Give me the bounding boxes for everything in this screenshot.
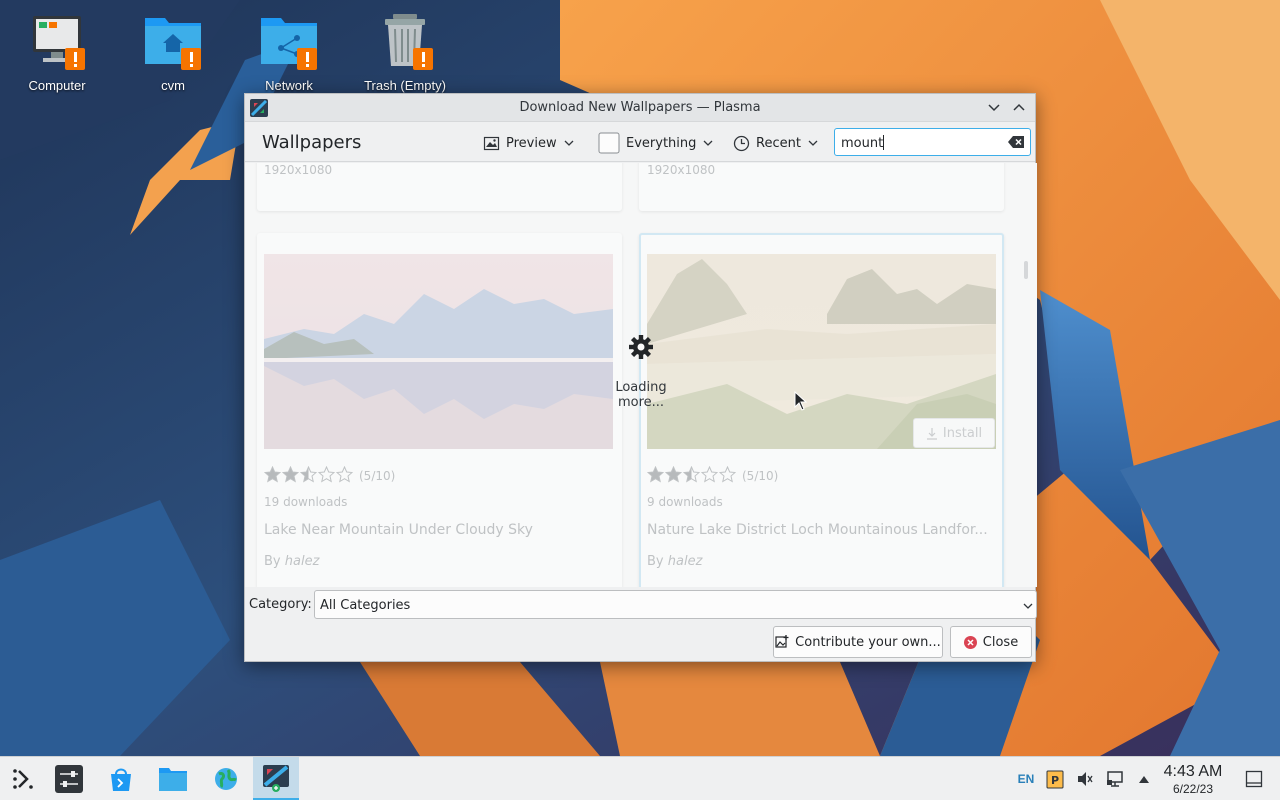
desktop-icon-trash[interactable]: Trash (Empty) — [355, 10, 455, 93]
desktop-icon-network[interactable]: Network — [239, 10, 339, 93]
filter-label: Everything — [626, 135, 697, 151]
mouse-cursor-icon — [794, 391, 808, 411]
tray-clipboard[interactable]: P — [1043, 757, 1067, 800]
category-label: Category: — [249, 597, 312, 612]
download-wallpapers-dialog: Download New Wallpapers — Plasma Wallpap… — [244, 93, 1037, 662]
close-label: Close — [982, 634, 1019, 650]
sort-dropdown[interactable]: Recent — [733, 131, 819, 155]
show-desktop-button[interactable] — [1240, 757, 1268, 800]
desktop-icon-computer[interactable]: Computer — [7, 10, 107, 93]
view-mode-label: Preview — [506, 135, 557, 151]
category-value: All Categories — [320, 598, 411, 613]
search-input-value: mount — [841, 136, 884, 151]
tray-network[interactable] — [1103, 757, 1127, 800]
close-icon — [963, 635, 977, 649]
tray-expander[interactable] — [1133, 757, 1155, 800]
tray-volume[interactable] — [1073, 757, 1097, 800]
home-folder-icon — [145, 18, 201, 70]
image-icon — [483, 136, 500, 150]
taskbar-wallpaper-downloader[interactable] — [253, 757, 299, 800]
view-mode-dropdown[interactable]: Preview — [483, 131, 575, 155]
store-bag-icon — [111, 768, 131, 791]
window-titlebar[interactable]: Download New Wallpapers — Plasma — [245, 94, 1035, 122]
category-select[interactable]: All Categories — [314, 590, 1037, 619]
taskbar-system-settings[interactable] — [46, 757, 92, 800]
close-button[interactable]: Close — [950, 626, 1032, 658]
clock-date: 6/22/23 — [1172, 782, 1214, 796]
volume-muted-icon — [1078, 772, 1093, 786]
desktop-icon-label: Network — [265, 78, 313, 93]
desktop-icon-home[interactable]: cvm — [123, 10, 223, 93]
svg-text:P: P — [1051, 774, 1059, 787]
network-wired-icon — [1107, 771, 1123, 787]
show-desktop-icon — [1245, 770, 1263, 788]
category-row: Category: All Categories — [245, 589, 1037, 619]
dialog-toolbar: Wallpapers Preview Everything Recent mou… — [245, 122, 1035, 162]
chevron-down-icon — [564, 140, 574, 146]
maximize-button[interactable] — [1010, 99, 1028, 117]
application-launcher[interactable] — [0, 757, 46, 800]
minimize-button[interactable] — [985, 99, 1003, 117]
search-input[interactable]: mount — [834, 128, 1031, 156]
page-title: Wallpapers — [262, 132, 362, 153]
desktop-icon-label: cvm — [161, 78, 185, 93]
clock-icon — [733, 135, 750, 151]
keyboard-layout-indicator[interactable]: EN — [1012, 757, 1040, 800]
digital-clock[interactable]: 4:43 AM 6/22/23 — [1156, 763, 1230, 796]
clipboard-icon: P — [1046, 770, 1064, 789]
taskbar: EN P 4:43 AM 6/22/23 — [0, 756, 1280, 800]
window-title: Download New Wallpapers — Plasma — [519, 100, 761, 115]
image-add-icon — [775, 635, 789, 648]
chevron-down-icon — [1023, 603, 1033, 609]
keyboard-layout-label: EN — [1017, 772, 1035, 786]
taskbar-web-browser[interactable] — [203, 757, 249, 800]
gear-icon — [629, 335, 653, 359]
clock-time: 4:43 AM — [1163, 763, 1223, 780]
trash-icon — [385, 14, 433, 70]
chevron-down-icon — [703, 140, 713, 146]
sort-label: Recent — [756, 135, 801, 151]
chevron-down-icon — [808, 140, 818, 146]
arrow-up-icon — [1139, 776, 1149, 783]
clear-text-icon[interactable] — [1007, 135, 1025, 149]
folder-icon — [159, 768, 187, 791]
loading-text: Loading more... — [615, 380, 667, 410]
taskbar-file-manager[interactable] — [150, 757, 196, 800]
settings-sliders-icon — [55, 765, 83, 793]
get-new-stuff-icon — [263, 764, 289, 792]
globe-icon — [215, 768, 237, 790]
network-folder-icon — [261, 18, 317, 70]
taskbar-discover[interactable] — [98, 757, 144, 800]
computer-icon — [33, 16, 85, 70]
desktop-icon-label: Trash (Empty) — [364, 78, 446, 93]
desktop-icon-label: Computer — [28, 78, 86, 93]
filter-dropdown[interactable]: Everything — [598, 131, 714, 155]
checkbox-icon — [598, 132, 620, 154]
loading-indicator: Loading more... — [593, 334, 689, 410]
contribute-button[interactable]: Contribute your own... — [773, 626, 943, 658]
contribute-label: Contribute your own... — [795, 634, 941, 650]
launcher-icon — [13, 769, 33, 789]
